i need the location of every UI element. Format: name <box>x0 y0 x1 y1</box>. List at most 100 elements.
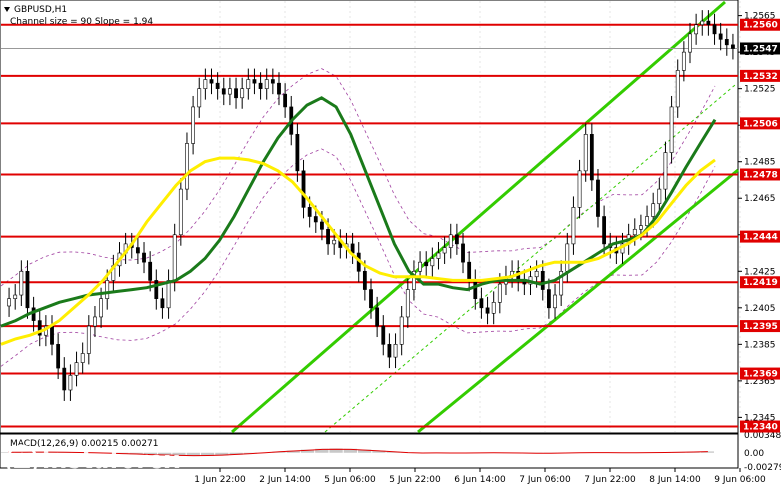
candle-body <box>270 79 275 84</box>
candle-body <box>596 179 600 217</box>
date-tick-label: 7 Jun 06:00 <box>519 475 571 485</box>
candle-body <box>393 344 398 358</box>
chart-window[interactable]: 0.003480.00-0.00279 1.25651.25451.25251.… <box>0 0 781 489</box>
logo-mark <box>14 452 30 468</box>
candle-body <box>663 152 668 190</box>
candle-body <box>651 203 656 217</box>
channel-mid-line <box>324 84 736 433</box>
price-tick-label: 1.2405 <box>744 304 776 314</box>
candle-body <box>448 234 453 248</box>
candle-body <box>99 298 103 318</box>
level-label: 1.2369 <box>743 370 778 380</box>
candle-body <box>577 170 582 208</box>
price-tick-label: 1.2425 <box>744 267 776 277</box>
triangle-down-icon[interactable] <box>4 7 10 12</box>
candle-body <box>301 170 306 208</box>
candle-body <box>277 82 281 95</box>
instaforex-watermark: instaforex Instant Forex Trading <box>5 444 180 484</box>
candle-body <box>105 280 110 299</box>
candle-body <box>68 375 73 391</box>
candle-body <box>19 270 24 296</box>
date-tick-label: 8 Jun 14:00 <box>649 475 701 485</box>
candle-body <box>657 188 662 205</box>
candle-body <box>430 258 435 267</box>
candle-body <box>571 207 576 245</box>
candle-body <box>669 106 674 153</box>
chart-canvas[interactable]: 0.003480.00-0.00279 1.25651.25451.25251.… <box>0 0 781 489</box>
macd-tick-label: -0.00279 <box>744 463 781 473</box>
candle-body <box>534 270 539 278</box>
candle-body <box>436 252 441 259</box>
candle-body <box>228 88 232 95</box>
candle-body <box>589 134 594 181</box>
level-label: 1.2478 <box>743 170 778 180</box>
candle-body <box>497 283 502 303</box>
chart-header: GBPUSD,H1 Channel size = 90 Slope = 1.94 <box>4 5 153 27</box>
candle-body <box>203 79 208 89</box>
candle-body <box>258 82 263 89</box>
candle-body <box>718 33 723 40</box>
candle-body <box>154 280 159 299</box>
level-label: 1.2506 <box>743 119 778 129</box>
moving-average-yellow <box>0 156 716 346</box>
channel-label: Channel size = 90 Slope = 1.94 <box>10 17 153 27</box>
candle-body <box>405 289 410 318</box>
date-tick-label: 6 Jun 14:00 <box>454 475 506 485</box>
level-label: 1.2444 <box>743 233 778 243</box>
candle-body <box>540 270 545 290</box>
date-tick-label: 2 Jun 14:00 <box>259 475 311 485</box>
candle-body <box>632 228 637 236</box>
level-label: 1.2532 <box>743 72 778 82</box>
candle-body <box>553 294 557 309</box>
level-label: 1.2395 <box>743 322 778 332</box>
candle-body <box>399 316 404 345</box>
candle-body <box>148 261 153 281</box>
candle-body <box>424 261 429 267</box>
candle-body <box>172 234 177 281</box>
candle-body <box>565 243 570 272</box>
candle-body <box>86 325 91 354</box>
candle-body <box>313 216 318 223</box>
candle-body <box>50 325 54 345</box>
candle-body <box>712 24 717 35</box>
date-tick-label: 5 Jun 06:00 <box>324 475 376 485</box>
candle-body <box>160 298 165 309</box>
candle-body <box>694 24 699 35</box>
candle-body <box>62 367 67 391</box>
candle-body <box>546 289 551 309</box>
current-price-label: 1.2547 <box>743 44 778 54</box>
level-label: 1.2340 <box>743 423 778 433</box>
candle-body <box>326 228 330 245</box>
candle-body <box>602 216 607 245</box>
candle-body <box>706 20 711 26</box>
candle-body <box>467 261 472 281</box>
candle-body <box>369 289 373 309</box>
price-tick-label: 1.2485 <box>744 158 776 168</box>
date-tick-label: 9 Jun 06:00 <box>714 475 766 485</box>
candle-body <box>209 79 214 84</box>
price-panel-frame <box>0 0 739 434</box>
candle-body <box>454 234 459 245</box>
candle-body <box>442 247 447 254</box>
candle-body <box>307 207 312 217</box>
candle-body <box>675 70 680 108</box>
candle-body <box>731 44 735 49</box>
level-label: 1.2419 <box>743 278 778 288</box>
candle-body <box>166 280 171 309</box>
candle-body <box>700 20 705 26</box>
candle-body <box>25 270 30 309</box>
candle-body <box>31 307 36 321</box>
candle-body <box>724 39 729 46</box>
candle-body <box>252 79 257 84</box>
candle-body <box>135 247 140 254</box>
candle-body <box>215 82 220 89</box>
channel-upper-line <box>231 0 726 434</box>
candle-body <box>93 316 97 327</box>
price-tick-label: 1.2385 <box>744 340 776 350</box>
symbol-label: GBPUSD,H1 <box>14 5 67 15</box>
candle-body <box>56 344 61 369</box>
macd-tick-label: 0.00 <box>744 449 764 459</box>
candle-body <box>461 243 465 263</box>
price-tick-label: 1.2525 <box>744 85 776 95</box>
candle-body <box>491 302 496 314</box>
